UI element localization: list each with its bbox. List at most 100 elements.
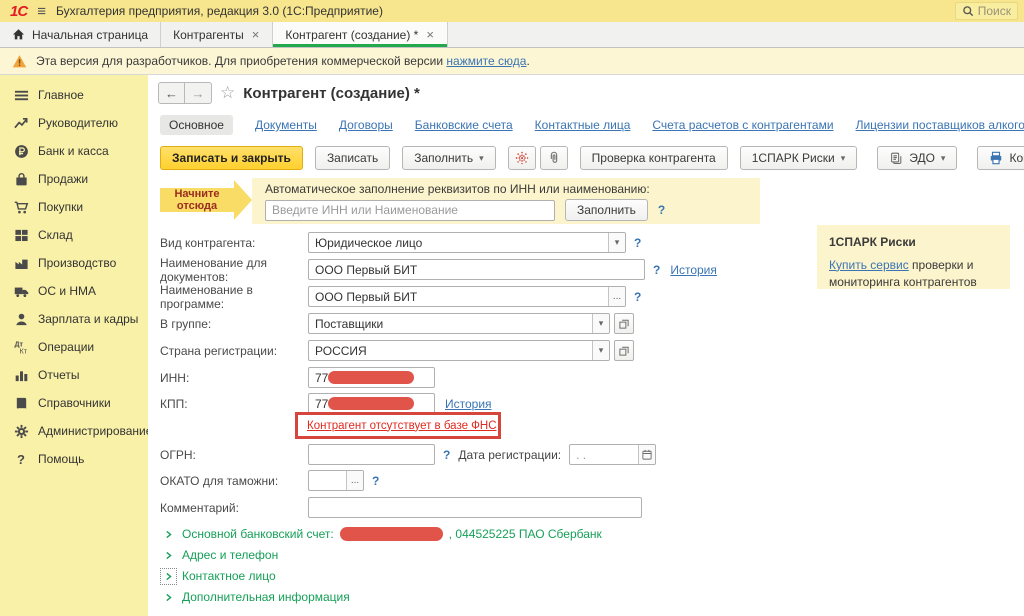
sidebar-item-directories[interactable]: Справочники — [0, 389, 148, 417]
ellipsis-button[interactable]: ... — [346, 471, 363, 490]
nav-osnovnoe[interactable]: Основное — [160, 115, 233, 135]
book-icon — [13, 395, 29, 411]
nav-settlement-accounts[interactable]: Счета расчетов с контрагентами — [652, 118, 833, 132]
sidebar-item-production[interactable]: Производство — [0, 249, 148, 277]
section-address-phone[interactable]: Адрес и телефон — [161, 546, 278, 564]
sidebar-item-bank-cash[interactable]: Банк и касса — [0, 137, 148, 165]
forward-button[interactable]: → — [185, 82, 212, 104]
section-bank-account[interactable]: Основной банковский счет: , 044525225 ПА… — [161, 525, 602, 543]
warning-icon — [12, 54, 27, 69]
nav-dogovory[interactable]: Договоры — [339, 118, 393, 132]
name-app-input[interactable]: ООО Первый БИТ ... — [308, 286, 626, 307]
spark-panel-title: 1СПАРК Риски — [829, 234, 998, 251]
section-additional-info[interactable]: Дополнительная информация — [161, 588, 350, 606]
close-icon[interactable]: × — [425, 27, 435, 42]
okato-input[interactable] — [309, 474, 346, 488]
comment-input[interactable] — [309, 501, 641, 515]
save-button[interactable]: Записать — [315, 146, 390, 170]
help-icon[interactable]: ? — [443, 448, 450, 462]
sidebar-item-help[interactable]: ? Помощь — [0, 445, 148, 473]
field-row-group: В группе: Поставщики ▾ — [160, 313, 634, 334]
ogrn-input[interactable] — [309, 448, 434, 462]
envelope-button[interactable]: Конверт — [977, 146, 1024, 170]
group-open-button[interactable] — [614, 313, 634, 334]
chevron-down-icon[interactable]: ▾ — [592, 341, 609, 360]
group-value: Поставщики — [309, 317, 389, 331]
inn-input[interactable]: 77 — [308, 367, 435, 388]
nav-alcohol-licenses[interactable]: Лицензии поставщиков алкогольной продукц… — [856, 118, 1024, 132]
kpp-history-link[interactable]: История — [445, 397, 492, 411]
sidebar-item-salary-hr[interactable]: Зарплата и кадры — [0, 305, 148, 333]
global-search[interactable]: Поиск — [955, 2, 1018, 20]
chevron-down-icon[interactable]: ▾ — [608, 233, 625, 252]
sidebar-item-purchases[interactable]: Покупки — [0, 193, 148, 221]
sidebar-item-operations[interactable]: ДтКт Операции — [0, 333, 148, 361]
save-and-close-button[interactable]: Записать и закрыть — [160, 146, 303, 170]
sidebar-item-main[interactable]: Главное — [0, 81, 148, 109]
help-icon[interactable]: ? — [653, 263, 660, 277]
country-value: РОССИЯ — [309, 344, 373, 358]
sidebar-item-label: Администрирование — [38, 424, 152, 438]
autofill-panel: Автоматическое заполнение реквизитов по … — [252, 178, 760, 224]
comment-input-box — [308, 497, 642, 518]
calendar-icon[interactable] — [638, 445, 655, 464]
tab-kontragenty[interactable]: Контрагенты × — [161, 22, 273, 47]
sidebar-item-reports[interactable]: Отчеты — [0, 361, 148, 389]
back-button[interactable]: ← — [158, 82, 185, 104]
tab-kontragent-creation[interactable]: Контрагент (создание) * × — [273, 22, 448, 47]
country-select[interactable]: РОССИЯ ▾ — [308, 340, 610, 361]
kpp-input[interactable]: 77 — [308, 393, 435, 414]
fill-button[interactable]: Заполнить▾ — [402, 146, 495, 170]
redacted-value — [328, 397, 414, 410]
window-titlebar: 1С ≡ Бухгалтерия предприятия, редакция 3… — [0, 0, 1024, 22]
sidebar-item-warehouse[interactable]: Склад — [0, 221, 148, 249]
name-docs-input[interactable]: ООО Первый БИТ — [308, 259, 645, 280]
sidebar-item-manager[interactable]: Руководителю — [0, 109, 148, 137]
field-row-kpp: КПП: 77 История — [160, 393, 492, 414]
nav-dokumenty[interactable]: Документы — [255, 118, 317, 132]
main-menu-icon[interactable]: ≡ — [37, 3, 46, 20]
tab-home[interactable]: Начальная страница — [0, 22, 161, 47]
sidebar-item-label: Операции — [38, 340, 94, 354]
printer-icon — [989, 151, 1003, 165]
sidebar-item-label: Отчеты — [38, 368, 79, 382]
edo-button[interactable]: ЭДО▾ — [877, 146, 957, 170]
ellipsis-button[interactable]: ... — [608, 287, 625, 306]
chevron-down-icon[interactable]: ▾ — [592, 314, 609, 333]
sidebar-item-label: Помощь — [38, 452, 84, 466]
reg-date-input[interactable] — [570, 448, 638, 462]
field-label: ОКАТО для таможни: — [160, 474, 308, 488]
favorite-star-icon[interactable]: ☆ — [220, 83, 235, 103]
help-icon[interactable]: ? — [634, 236, 641, 250]
help-icon[interactable]: ? — [634, 290, 641, 304]
inn-name-input[interactable] — [266, 203, 554, 217]
attachments-button[interactable] — [540, 146, 568, 170]
help-icon[interactable]: ? — [658, 203, 665, 217]
chevron-down-icon: ▾ — [941, 153, 946, 164]
structure-button[interactable] — [508, 146, 536, 170]
check-counterparty-button[interactable]: Проверка контрагента — [580, 146, 728, 170]
kpp-value: 77 — [309, 397, 328, 411]
nav-contacts[interactable]: Контактные лица — [535, 118, 631, 132]
fns-warning-box: Контрагент отсутствует в базе ФНС — [295, 412, 501, 439]
start-here-callout: Начните отсюда — [160, 180, 252, 220]
spark-risks-button[interactable]: 1СПАРК Риски▾ — [740, 146, 858, 170]
help-icon[interactable]: ? — [372, 474, 379, 488]
section-contact-person[interactable]: Контактное лицо — [161, 567, 276, 585]
field-label: Вид контрагента: — [160, 236, 308, 250]
sidebar-item-sales[interactable]: Продажи — [0, 165, 148, 193]
buy-service-link[interactable]: Купить сервис — [829, 258, 909, 272]
window-title: Бухгалтерия предприятия, редакция 3.0 (1… — [56, 4, 383, 18]
nav-bank-accounts[interactable]: Банковские счета — [415, 118, 513, 132]
kind-select[interactable]: Юридическое лицо ▾ — [308, 232, 626, 253]
tab-label: Контрагент (создание) * — [285, 28, 418, 42]
buy-version-link[interactable]: нажмите сюда — [446, 54, 526, 68]
autofill-fill-button[interactable]: Заполнить — [565, 199, 648, 221]
sidebar-item-fixed-assets[interactable]: ОС и НМА — [0, 277, 148, 305]
country-open-button[interactable] — [614, 340, 634, 361]
fns-warning-link[interactable]: Контрагент отсутствует в базе ФНС — [307, 420, 497, 432]
close-icon[interactable]: × — [251, 27, 261, 42]
sidebar-item-administration[interactable]: Администрирование — [0, 417, 148, 445]
name-docs-history-link[interactable]: История — [670, 263, 717, 277]
group-select[interactable]: Поставщики ▾ — [308, 313, 610, 334]
